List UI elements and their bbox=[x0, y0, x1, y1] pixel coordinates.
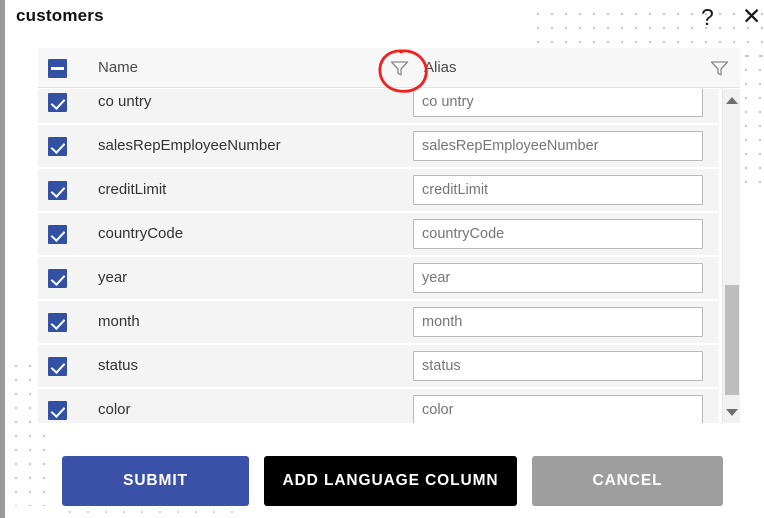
table-row: countryCode bbox=[38, 213, 719, 257]
alias-input[interactable] bbox=[413, 219, 703, 249]
select-all-checkbox[interactable] bbox=[48, 59, 67, 83]
checkbox-checked-icon bbox=[48, 137, 67, 156]
dialog-footer: SUBMIT ADD LANGUAGE COLUMN CANCEL bbox=[62, 456, 723, 506]
table-row: co untry bbox=[38, 89, 719, 125]
checkbox-checked-icon bbox=[48, 181, 67, 200]
alias-input[interactable] bbox=[413, 89, 703, 117]
table-body: co untry salesRepEmployeeNumber creditLimi… bbox=[38, 89, 719, 423]
row-column-name: salesRepEmployeeNumber bbox=[98, 137, 281, 154]
column-header-name: Name bbox=[98, 59, 139, 76]
alias-column-filter-icon[interactable] bbox=[710, 60, 729, 77]
row-alias-field-wrapper bbox=[413, 263, 703, 293]
checkbox-indeterminate-icon bbox=[48, 59, 67, 78]
alias-input[interactable] bbox=[413, 263, 703, 293]
row-column-name: year bbox=[98, 269, 128, 286]
checkbox-checked-icon bbox=[48, 225, 67, 244]
row-alias-field-wrapper bbox=[413, 351, 703, 381]
alias-input[interactable] bbox=[413, 131, 703, 161]
row-checkbox[interactable] bbox=[48, 137, 67, 161]
row-column-name: color bbox=[98, 401, 131, 418]
checkbox-checked-icon bbox=[48, 313, 67, 332]
checkbox-checked-icon bbox=[48, 269, 67, 288]
row-alias-field-wrapper bbox=[413, 219, 703, 249]
filter-funnel-icon bbox=[390, 61, 409, 76]
decorative-dot-pattern-right bbox=[736, 46, 764, 186]
row-alias-field-wrapper bbox=[413, 131, 703, 161]
row-checkbox[interactable] bbox=[48, 269, 67, 293]
row-checkbox[interactable] bbox=[48, 93, 67, 117]
row-alias-field-wrapper bbox=[413, 395, 703, 423]
cancel-button[interactable]: CANCEL bbox=[532, 456, 723, 506]
table-body-viewport: co untry salesRepEmployeeNumber creditLimi… bbox=[38, 89, 740, 423]
help-icon[interactable]: ? bbox=[701, 6, 714, 29]
table-row: salesRepEmployeeNumber bbox=[38, 125, 719, 169]
table-row: year bbox=[38, 257, 719, 301]
scrollbar-thumb[interactable] bbox=[725, 285, 739, 395]
row-checkbox[interactable] bbox=[48, 313, 67, 337]
scroll-down-arrow-icon[interactable] bbox=[723, 403, 740, 421]
checkbox-checked-icon bbox=[48, 401, 67, 420]
row-alias-field-wrapper bbox=[413, 175, 703, 205]
table-header-row: Name Alias bbox=[38, 48, 740, 88]
row-alias-field-wrapper bbox=[413, 307, 703, 337]
checkbox-checked-icon bbox=[48, 357, 67, 376]
row-column-name: creditLimit bbox=[98, 181, 167, 198]
table-row: month bbox=[38, 301, 719, 345]
column-header-alias: Alias bbox=[424, 59, 457, 76]
filter-funnel-icon bbox=[710, 61, 729, 76]
add-language-column-button[interactable]: ADD LANGUAGE COLUMN bbox=[264, 456, 517, 506]
row-alias-field-wrapper bbox=[413, 89, 703, 117]
checkbox-checked-icon bbox=[48, 93, 67, 112]
alias-input[interactable] bbox=[413, 307, 703, 337]
table-vertical-scrollbar[interactable] bbox=[722, 89, 740, 423]
table-row: color bbox=[38, 389, 719, 423]
row-checkbox[interactable] bbox=[48, 181, 67, 205]
dialog-root: customers ? ✕ Name Alias co untry salesRe… bbox=[0, 0, 764, 518]
alias-input[interactable] bbox=[413, 351, 703, 381]
row-checkbox[interactable] bbox=[48, 357, 67, 381]
alias-input[interactable] bbox=[413, 175, 703, 205]
row-column-name: month bbox=[98, 313, 140, 330]
dialog-title: customers bbox=[16, 6, 104, 25]
row-column-name: countryCode bbox=[98, 225, 184, 242]
scroll-up-arrow-icon[interactable] bbox=[723, 91, 740, 109]
table-row: status bbox=[38, 345, 719, 389]
row-column-name: status bbox=[98, 357, 139, 374]
columns-table: Name Alias co untry salesRepEmployeeNumbe… bbox=[38, 48, 740, 423]
table-row: creditLimit bbox=[38, 169, 719, 213]
row-checkbox[interactable] bbox=[48, 401, 67, 423]
row-column-name: co untry bbox=[98, 93, 152, 110]
row-checkbox[interactable] bbox=[48, 225, 67, 249]
submit-button[interactable]: SUBMIT bbox=[62, 456, 249, 506]
alias-input[interactable] bbox=[413, 395, 703, 423]
name-column-filter-icon[interactable] bbox=[390, 60, 409, 77]
window-left-edge bbox=[0, 0, 5, 518]
close-icon[interactable]: ✕ bbox=[742, 5, 761, 28]
